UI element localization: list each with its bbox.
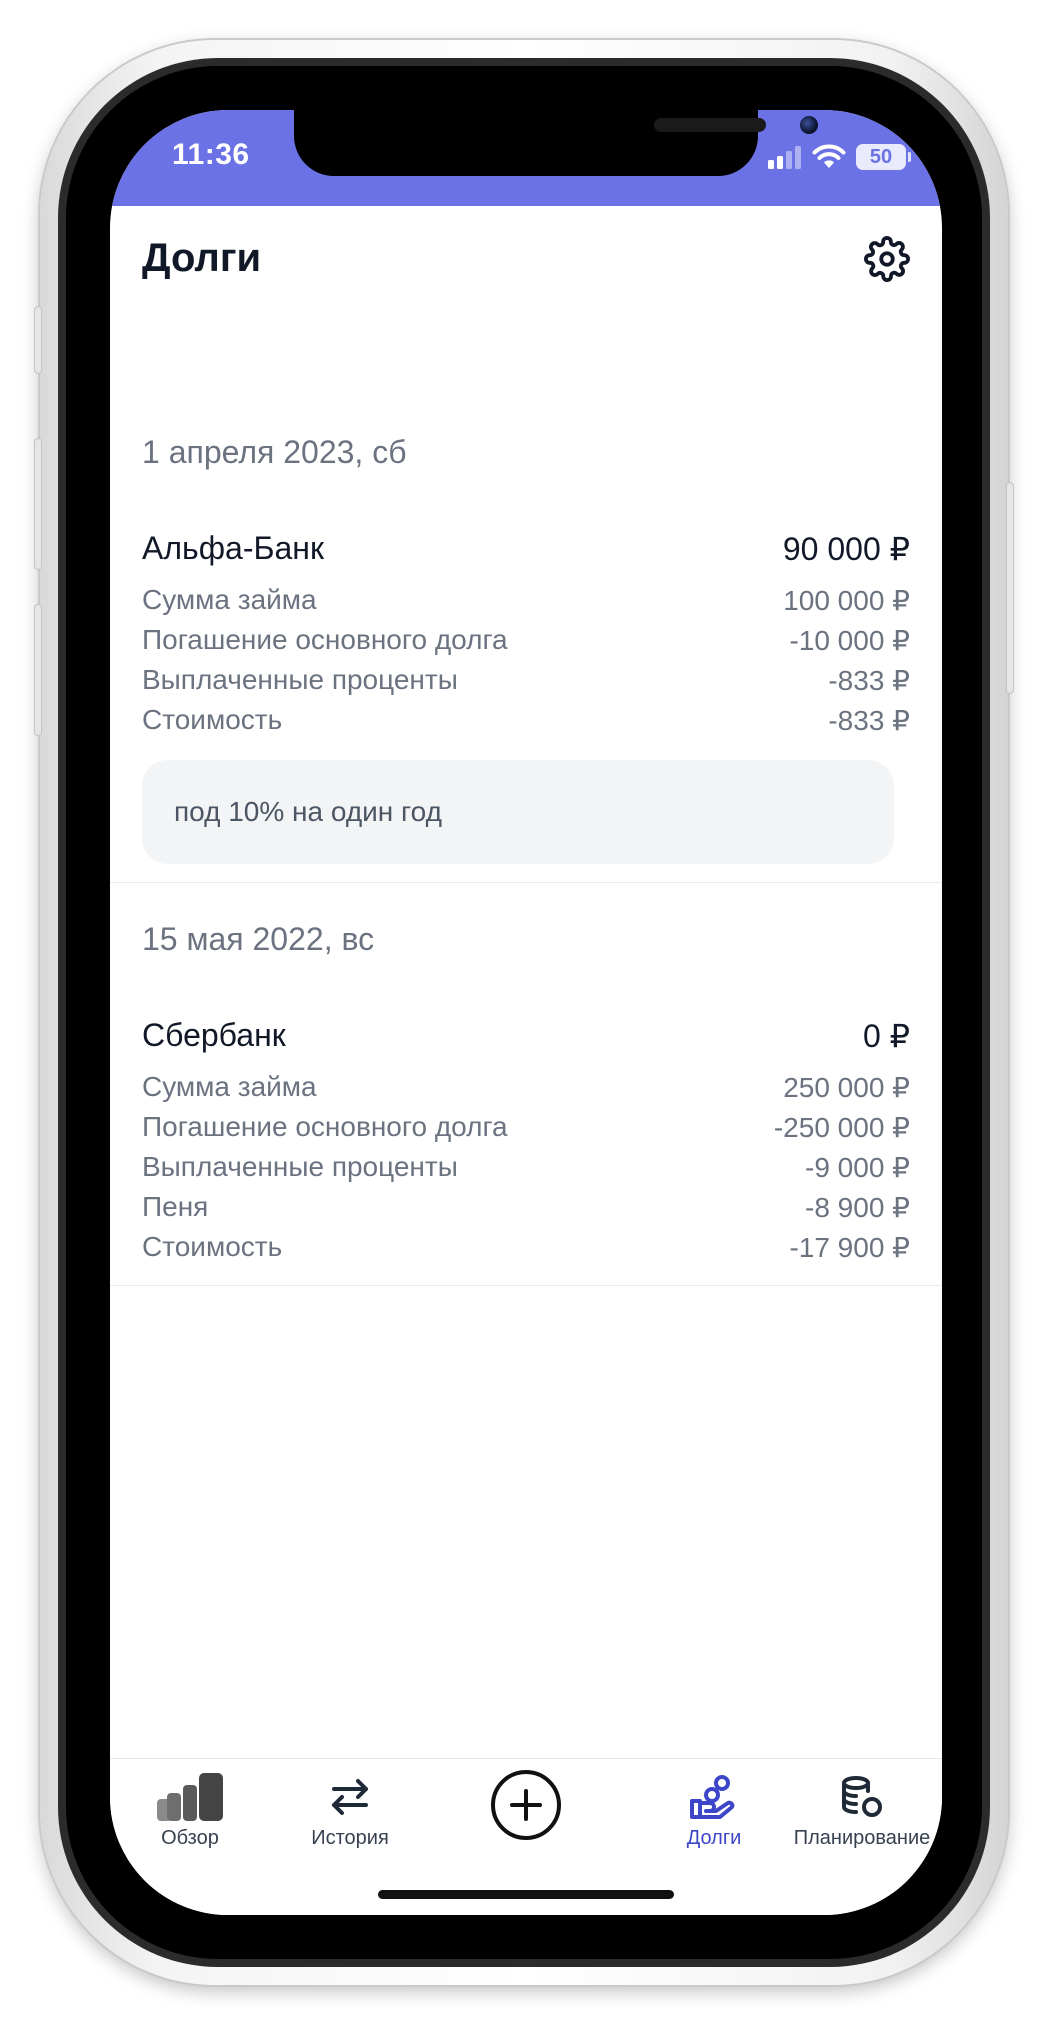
front-camera — [800, 116, 818, 134]
speaker — [654, 118, 766, 132]
debt-row: Сумма займа 250 000 ₽ — [142, 1071, 910, 1111]
tab-overview[interactable]: Обзор — [110, 1759, 270, 1869]
row-value: -9 000 ₽ — [805, 1152, 910, 1183]
page-title: Долги — [142, 236, 262, 280]
debt-note: под 10% на один год — [142, 760, 894, 864]
debt-row: Пеня -8 900 ₽ — [142, 1191, 910, 1231]
tab-label: История — [311, 1827, 389, 1849]
swap-arrows-icon — [332, 1779, 368, 1815]
debt-name: Сбербанк — [142, 1017, 286, 1053]
row-value: -250 000 ₽ — [773, 1112, 910, 1143]
tab-add[interactable] — [446, 1759, 606, 1869]
tab-label: Обзор — [161, 1827, 219, 1849]
notch — [294, 110, 818, 176]
cellular-signal-icon — [768, 146, 801, 169]
debt-total: 90 000 ₽ — [782, 531, 910, 567]
row-label: Выплаченные проценты — [142, 1151, 458, 1182]
row-value: -833 ₽ — [828, 665, 910, 696]
row-label: Сумма займа — [142, 1071, 317, 1102]
debt-row: Погашение основного долга -250 000 ₽ — [142, 1111, 910, 1151]
debt-row: Выплаченные проценты -833 ₽ — [142, 664, 910, 704]
tab-debts[interactable]: Долги — [634, 1759, 794, 1869]
debt-row: Стоимость -833 ₽ — [142, 704, 910, 744]
row-label: Сумма займа — [142, 584, 317, 615]
date-header: 15 мая 2022, вс — [142, 921, 375, 957]
row-value: -8 900 ₽ — [805, 1192, 910, 1223]
battery-indicator: 50 — [856, 144, 911, 170]
debt-name: Альфа-Банк — [142, 530, 324, 566]
tab-planning[interactable]: Планирование — [782, 1759, 942, 1869]
row-value: -833 ₽ — [828, 705, 910, 736]
row-value: 100 000 ₽ — [783, 585, 910, 616]
debt-card-alfa[interactable]: 1 апреля 2023, сб Альфа-Банк 90 000 ₽ Су… — [110, 310, 942, 883]
plus-circle-icon — [491, 1770, 561, 1840]
bar-chart-icon — [157, 1773, 223, 1821]
debt-total: 0 ₽ — [862, 1018, 910, 1054]
date-header: 1 апреля 2023, сб — [142, 434, 407, 470]
side-button-left-3 — [34, 604, 42, 736]
row-label: Стоимость — [142, 704, 283, 735]
row-value: 250 000 ₽ — [783, 1072, 910, 1103]
status-time: 11:36 — [172, 138, 250, 171]
hand-coins-icon — [690, 1775, 735, 1819]
wifi-icon — [812, 144, 846, 168]
debt-row: Стоимость -17 900 ₽ — [142, 1231, 910, 1271]
row-value: -10 000 ₽ — [789, 625, 910, 656]
side-button-left-1 — [34, 306, 42, 374]
screen: 11:36 50 Долги 1 апреля 2023, сб Альфа-Б… — [110, 110, 942, 1915]
row-label: Пеня — [142, 1191, 209, 1222]
tab-label: Долги — [686, 1827, 742, 1849]
debt-card-sber[interactable]: 15 мая 2022, вс Сбербанк 0 ₽ Сумма займа… — [110, 883, 942, 1286]
debt-row: Сумма займа 100 000 ₽ — [142, 584, 910, 624]
coins-stack-icon — [842, 1776, 882, 1817]
status-icons: 50 — [768, 144, 911, 170]
row-label: Погашение основного долга — [142, 624, 508, 655]
page-header: Долги — [142, 228, 910, 288]
tab-label: Планирование — [793, 1827, 931, 1849]
row-value: -17 900 ₽ — [789, 1232, 910, 1263]
side-button-right — [1006, 482, 1014, 694]
row-label: Стоимость — [142, 1231, 283, 1262]
tab-history[interactable]: История — [270, 1759, 430, 1869]
gear-icon[interactable] — [864, 236, 910, 282]
side-button-left-2 — [34, 438, 42, 570]
debt-row: Выплаченные проценты -9 000 ₽ — [142, 1151, 910, 1191]
debt-row: Погашение основного долга -10 000 ₽ — [142, 624, 910, 664]
home-indicator[interactable] — [378, 1890, 674, 1899]
row-label: Погашение основного долга — [142, 1111, 508, 1142]
row-label: Выплаченные проценты — [142, 664, 458, 695]
